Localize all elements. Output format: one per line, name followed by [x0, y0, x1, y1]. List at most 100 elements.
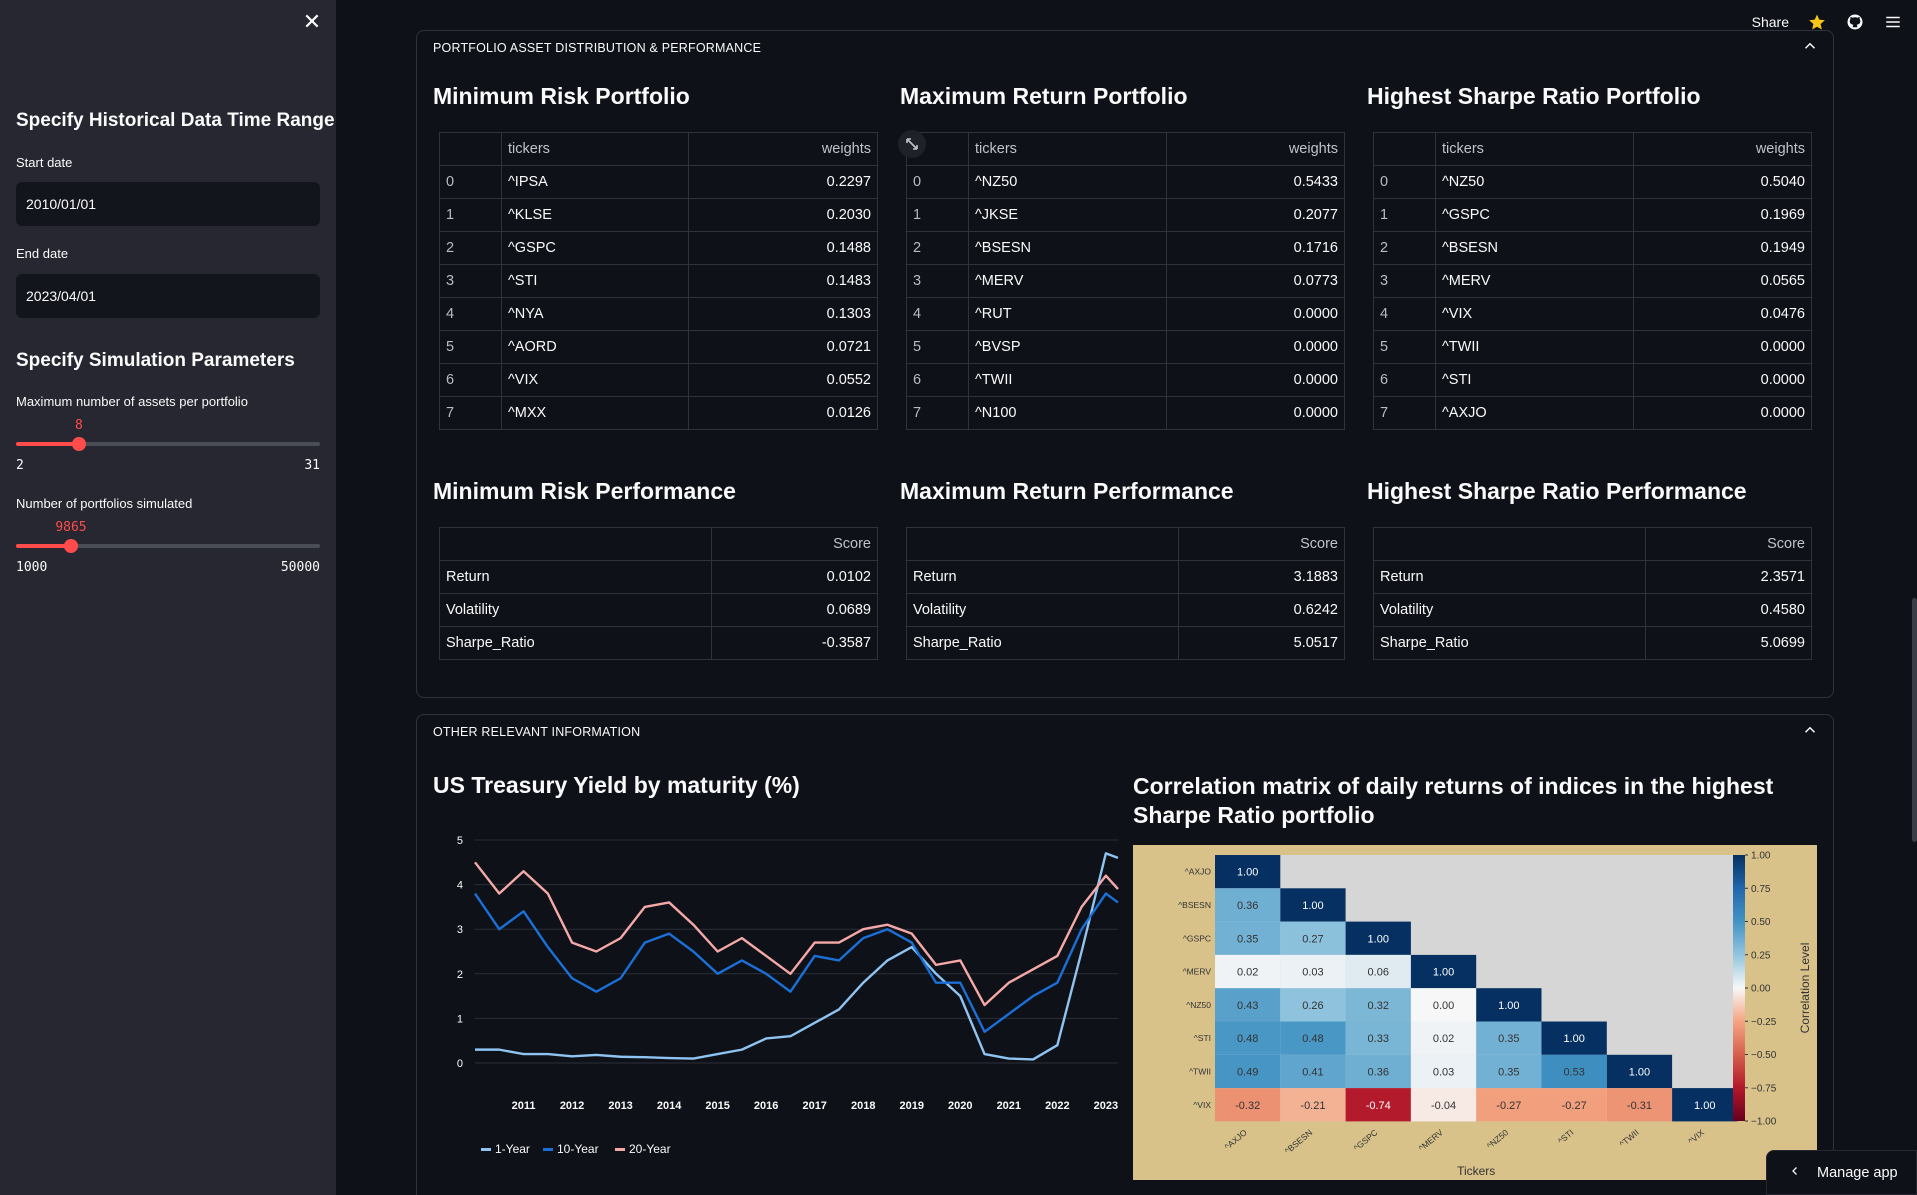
sidebar-section-time-range-title: Specify Historical Data Time Range — [16, 110, 335, 131]
heatmap-cell-label: 0.35 — [1237, 933, 1258, 945]
weight-cell: 0.1949 — [1632, 231, 1813, 265]
table-row: 0 ^NZ50 0.5040 — [1373, 165, 1813, 199]
main-scrollbar[interactable] — [1912, 598, 1917, 842]
legend-label: 1-Year — [495, 1142, 530, 1156]
heatmap-cell-label: 0.02 — [1433, 1033, 1454, 1045]
table-row: Sharpe_Ratio -0.3587 — [439, 626, 879, 660]
manage-app-label: Manage app — [1817, 1164, 1898, 1181]
colorbar-tick-label: −1.00 — [1751, 1117, 1777, 1128]
heatmap-cell-label: 1.00 — [1433, 967, 1454, 979]
github-icon[interactable] — [1845, 12, 1865, 32]
slider-thumb[interactable] — [71, 437, 86, 451]
star-icon[interactable] — [1807, 12, 1827, 32]
row-index: 5 — [1373, 330, 1436, 364]
heatmap-cell-label: 0.26 — [1302, 1000, 1323, 1012]
colorbar-tick-label: 0.00 — [1751, 984, 1771, 995]
colorbar-tick-label: 1.00 — [1751, 851, 1771, 862]
row-index: 0 — [906, 165, 969, 199]
x-tick-label: 2018 — [851, 1100, 875, 1112]
ticker-cell: ^MERV — [968, 264, 1167, 298]
table-row: 1 ^KLSE 0.2030 — [439, 198, 878, 232]
fullscreen-expand-icon[interactable] — [898, 130, 926, 158]
weight-cell: 0.1969 — [1632, 198, 1813, 232]
heatmap-cell-label: -0.31 — [1627, 1100, 1652, 1112]
heatmap-cell-label: 0.06 — [1368, 967, 1389, 979]
table-row: 0 ^IPSA 0.2297 — [439, 165, 878, 199]
table-row: 1 ^GSPC 0.1969 — [1373, 198, 1813, 232]
x-tick-label: 2017 — [802, 1100, 826, 1112]
weight-cell: 0.0126 — [688, 396, 878, 430]
ticker-cell: ^STI — [1435, 363, 1634, 397]
sharpe-weights-table: tickers weights 0 ^NZ50 0.5040 1 ^GSPC 0.1969 2 ^… — [1373, 132, 1813, 430]
x-tick-label: 2016 — [754, 1100, 778, 1112]
table-row: 5 ^TWII 0.0000 — [1373, 330, 1813, 364]
metric-cell: Sharpe_Ratio — [439, 626, 712, 660]
chevron-left-icon — [1789, 1165, 1801, 1181]
index-header — [439, 132, 502, 166]
score-header: Score — [1644, 527, 1813, 561]
table-row: 3 ^MERV 0.0773 — [906, 264, 1346, 298]
heatmap-cell-label: 0.53 — [1563, 1066, 1584, 1078]
table-row: Sharpe_Ratio 5.0517 — [906, 626, 1346, 660]
weight-cell: 0.0000 — [1165, 396, 1346, 430]
share-button[interactable]: Share — [1752, 14, 1789, 30]
row-index: 4 — [1373, 297, 1436, 331]
max-return-weights-table: tickers weights 0 ^NZ50 0.5433 1 ^JKSE 0.2077 2 ^… — [906, 132, 1346, 430]
ticker-cell: ^AXJO — [1435, 396, 1634, 430]
table-header-row: tickers weights — [439, 132, 878, 166]
row-index: 6 — [439, 363, 502, 397]
chevron-up-icon[interactable] — [1801, 721, 1819, 739]
slider-fill — [16, 544, 71, 548]
sharpe-portfolio-title: Highest Sharpe Ratio Portfolio — [1367, 83, 1701, 109]
weight-cell: 0.1483 — [688, 264, 878, 298]
hamburger-menu-icon[interactable] — [1883, 12, 1903, 32]
portfolios-simulated-slider[interactable]: 9865 1000 50000 — [16, 520, 320, 590]
x-axis-label: Tickers — [1457, 1164, 1495, 1178]
close-sidebar-icon[interactable]: ✕ — [300, 10, 324, 34]
heatmap-cell-label: 0.03 — [1433, 1066, 1454, 1078]
chevron-up-icon[interactable] — [1801, 37, 1819, 55]
legend-swatch — [615, 1148, 625, 1151]
table-row: 7 ^N100 0.0000 — [906, 396, 1346, 430]
weight-cell: 0.5433 — [1165, 165, 1346, 199]
x-tick-label: 2021 — [997, 1100, 1021, 1112]
metric-cell: Volatility — [906, 593, 1179, 627]
heatmap-cell-label: 1.00 — [1368, 933, 1389, 945]
x-tick-label: 2023 — [1094, 1100, 1118, 1112]
expander-title: PORTFOLIO ASSET DISTRIBUTION & PERFORMAN… — [433, 41, 762, 55]
correlation-chart-title: Correlation matrix of daily returns of i… — [1133, 773, 1774, 828]
metric-cell: Sharpe_Ratio — [906, 626, 1179, 660]
heatmap-cell-label: -0.21 — [1300, 1100, 1325, 1112]
y-tick-label: 1 — [457, 1013, 463, 1025]
start-date-input[interactable]: 2010/01/01 — [16, 182, 320, 226]
portfolios-simulated-label: Number of portfolios simulated — [16, 496, 193, 511]
colorbar-label: Correlation Level — [1798, 943, 1812, 1034]
manage-app-button[interactable]: Manage app — [1766, 1150, 1917, 1195]
row-index: 5 — [439, 330, 502, 364]
assets-per-portfolio-slider[interactable]: 8 2 31 — [16, 418, 320, 488]
weight-cell: 0.0773 — [1165, 264, 1346, 298]
colorbar-tick-label: 0.25 — [1751, 950, 1771, 961]
weight-cell: 0.0000 — [1165, 363, 1346, 397]
heatmap-cell-label: 0.35 — [1498, 1066, 1519, 1078]
table-row: 2 ^BSESN 0.1949 — [1373, 231, 1813, 265]
min-risk-weights-table: tickers weights 0 ^IPSA 0.2297 1 ^KLSE 0.2030 2 ^… — [439, 132, 878, 430]
slider-thumb[interactable] — [63, 539, 78, 553]
sharpe-performance-table: Score Return 2.3571 Volatility 0.4580 Sharpe_… — [1373, 527, 1813, 660]
heatmap-cell-label: -0.32 — [1235, 1100, 1260, 1112]
tickers-header: tickers — [968, 132, 1167, 166]
table-row: 3 ^STI 0.1483 — [439, 264, 878, 298]
weight-cell: 0.0000 — [1165, 297, 1346, 331]
heatmap-cell-label: 0.00 — [1433, 1000, 1454, 1012]
end-date-input[interactable]: 2023/04/01 — [16, 274, 320, 318]
heatmap-cell-label: 1.00 — [1237, 867, 1258, 879]
slider-value: 8 — [74, 418, 83, 433]
tickers-header: tickers — [500, 132, 690, 166]
weight-cell: 0.1488 — [688, 231, 878, 265]
metric-header — [906, 527, 1179, 561]
ticker-cell: ^BVSP — [968, 330, 1167, 364]
metric-cell: Volatility — [439, 593, 712, 627]
weight-cell: 0.0721 — [688, 330, 878, 364]
x-tick-label: 2012 — [560, 1100, 584, 1112]
score-cell: 0.4580 — [1644, 593, 1813, 627]
